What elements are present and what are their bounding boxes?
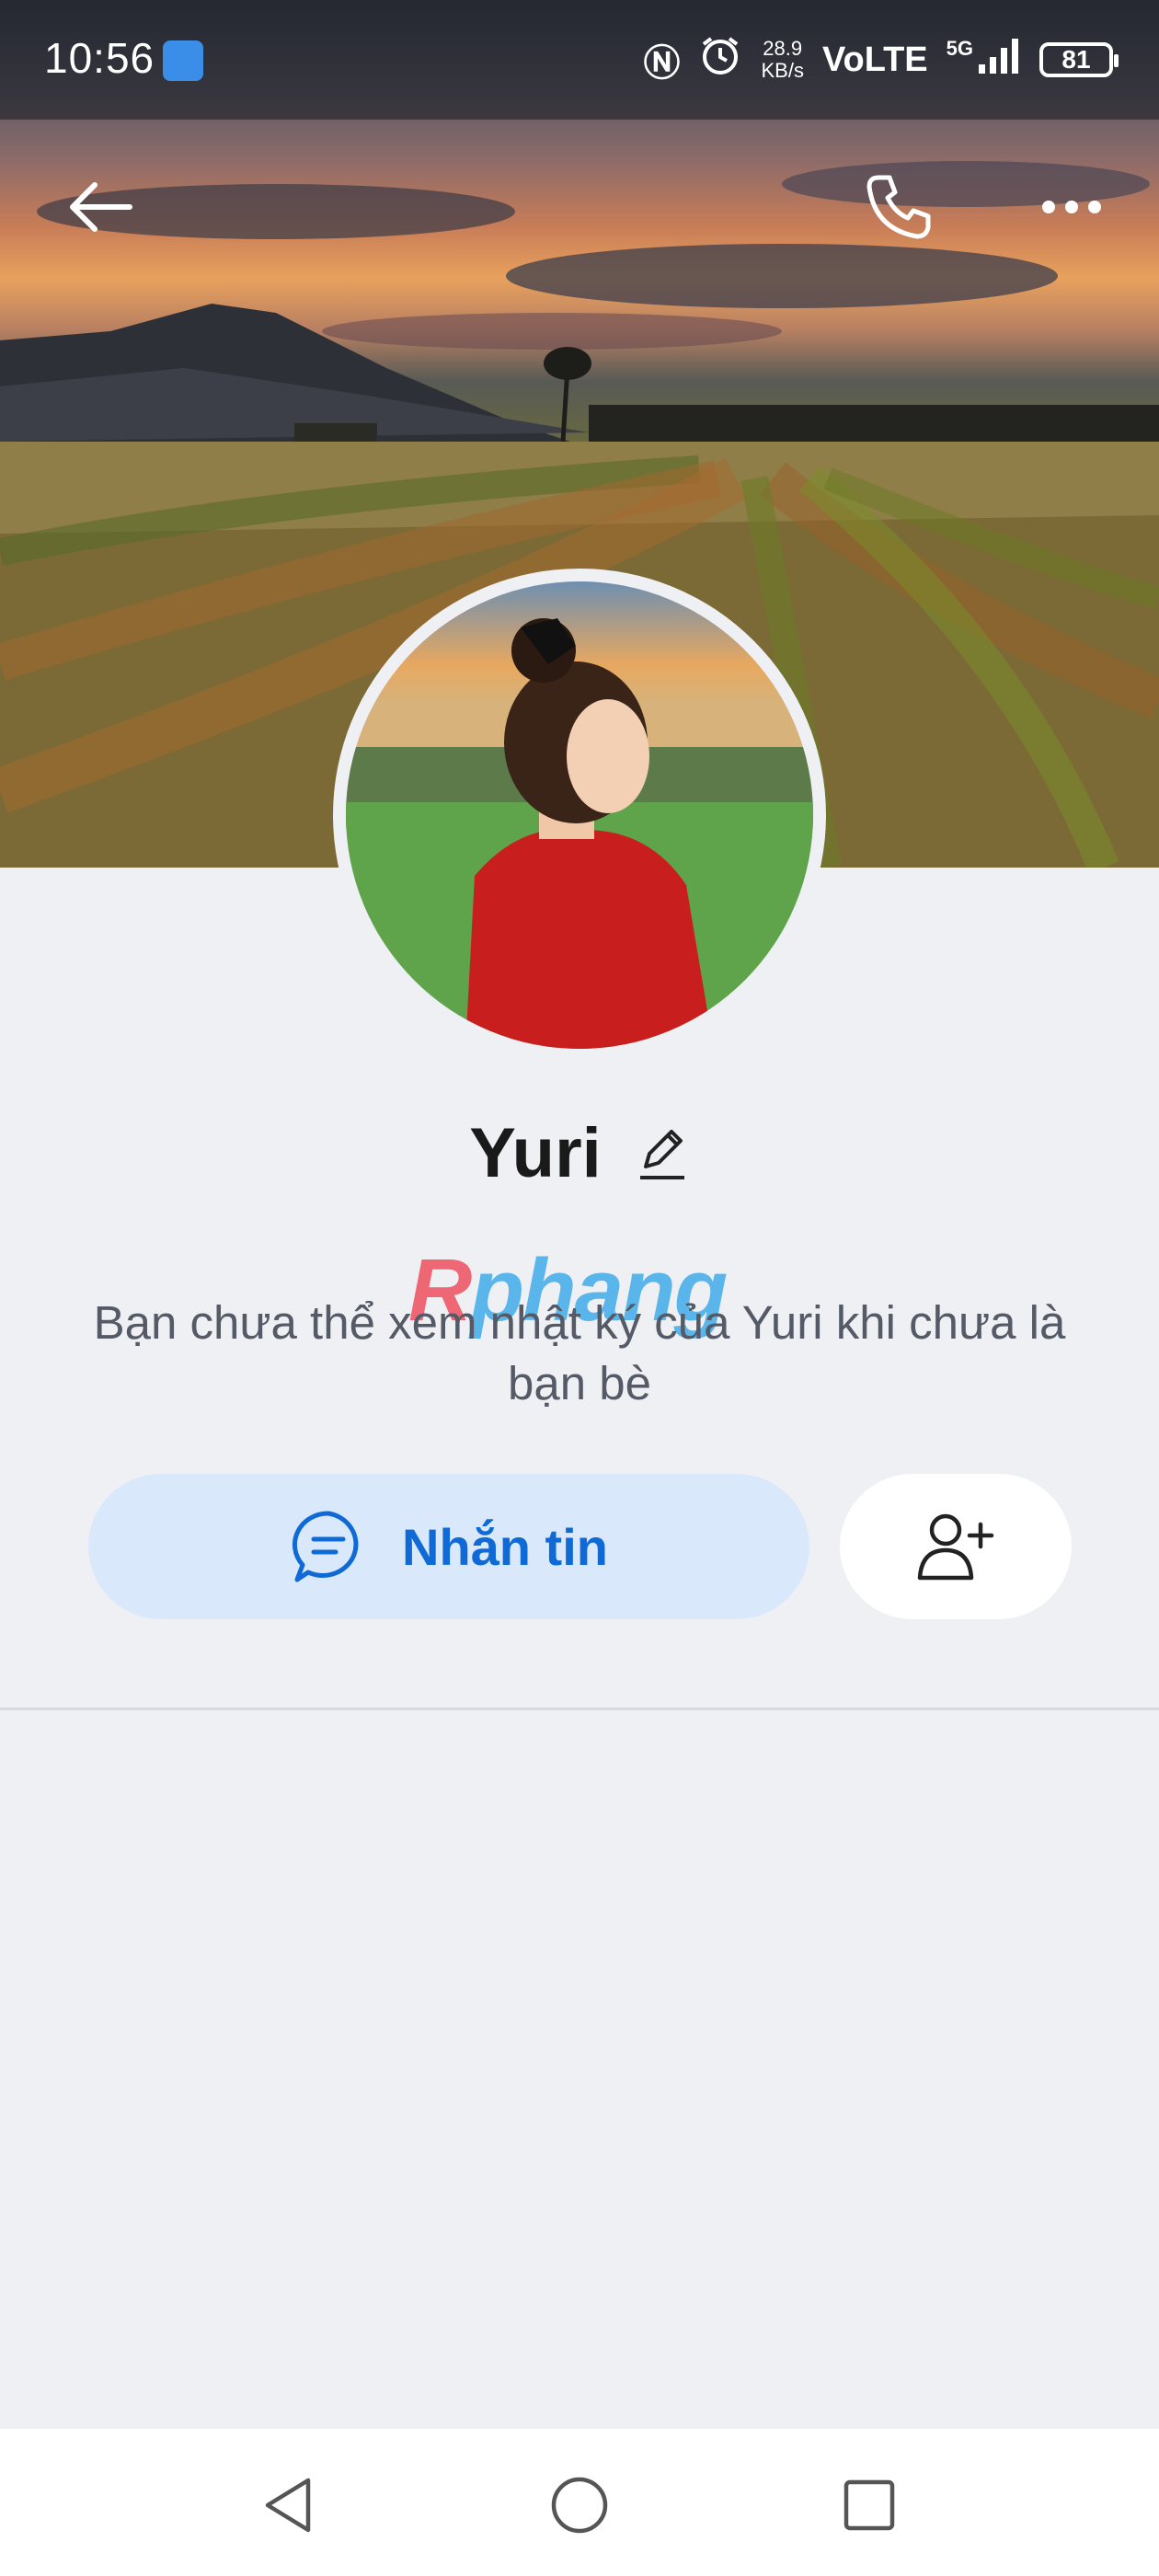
section-divider [0,1708,1159,1710]
edit-name-button[interactable] [635,1124,690,1183]
status-indicators: Ⓝ 28.9 KB/s VoLTE 5G 81 [643,28,1119,92]
circle-home-icon [551,2477,608,2534]
back-arrow-icon [70,182,132,232]
add-user-icon [917,1513,994,1581]
network-speed: 28.9 KB/s [761,37,804,82]
nav-home-button[interactable] [529,2455,630,2556]
avatar-illustration [346,581,813,1049]
status-bar: 10:56 Ⓝ 28.9 KB/s VoLTE 5G 81 [0,0,1159,120]
chat-bubble-icon [292,1511,359,1582]
back-button[interactable] [50,156,151,258]
profile-name-row: Yuri [0,1113,1159,1193]
square-recents-icon [843,2479,895,2531]
network-gen-label: 5G [946,37,973,60]
signal-block: 5G [947,37,1021,83]
call-button[interactable] [848,156,949,258]
phone-icon [866,175,931,239]
nav-recents-button[interactable] [819,2455,920,2556]
alarm-icon [698,33,742,86]
app-notification-icon [163,40,203,81]
more-button[interactable] [1021,156,1122,258]
avatar[interactable] [333,569,826,1062]
triangle-back-icon [265,2478,311,2533]
nfc-icon: Ⓝ [643,43,681,84]
signal-icon [979,37,1021,83]
privacy-notice: Bạn chưa thể xem nhật ký của Yuri khi ch… [93,1296,1066,1409]
battery-indicator: 81 [1039,42,1119,77]
nav-back-button[interactable] [237,2455,339,2556]
more-icon [1042,201,1101,213]
message-button[interactable]: Nhắn tin [88,1474,809,1619]
system-nav-bar [0,2429,1159,2576]
add-friend-button[interactable] [840,1474,1072,1619]
status-time: 10:56 [44,34,155,82]
profile-name: Yuri [469,1114,602,1192]
pencil-icon [639,1129,684,1179]
message-button-label: Nhắn tin [402,1517,608,1576]
volte-label: VoLTE [821,40,928,79]
avatar-photo [346,581,813,1049]
